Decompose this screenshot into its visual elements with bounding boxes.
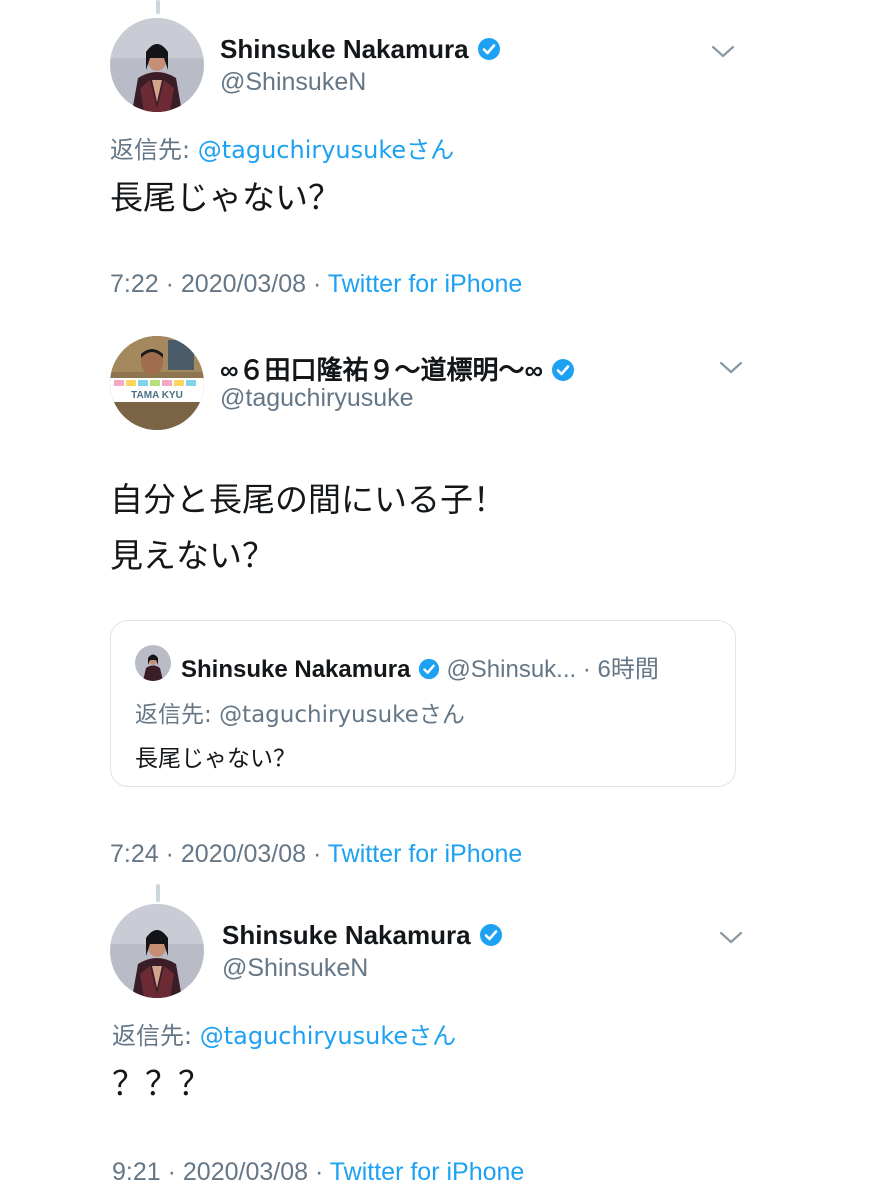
quoted-tweet-card[interactable]: Shinsuke Nakamura @Shinsuk... · 6時間 返信先: … bbox=[110, 620, 736, 787]
display-name-text: Shinsuke Nakamura bbox=[222, 920, 471, 950]
chevron-down-icon[interactable] bbox=[718, 360, 744, 376]
display-name[interactable]: Shinsuke Nakamura bbox=[220, 34, 501, 65]
tweet-text: ？？？ bbox=[112, 1064, 211, 1103]
verified-badge-icon bbox=[479, 924, 502, 946]
verified-badge-icon bbox=[419, 658, 440, 680]
reply-to: 返信先: @taguchiryusukeさん bbox=[112, 1016, 456, 1051]
display-name[interactable]: ∞６田口隆祐９〜道標明〜∞ bbox=[220, 350, 575, 387]
chevron-down-icon[interactable] bbox=[710, 44, 736, 60]
reply-to-prefix: 返信先: bbox=[135, 702, 220, 728]
tweet-text: 見えない？ bbox=[110, 536, 275, 575]
avatar-image bbox=[110, 904, 204, 998]
avatar-image bbox=[135, 645, 171, 681]
quoted-text: 長尾じゃない？ bbox=[135, 746, 296, 772]
user-handle[interactable]: @taguchiryusuke bbox=[220, 384, 414, 413]
display-name[interactable]: Shinsuke Nakamura bbox=[222, 920, 503, 951]
tweet-meta: 7:24 · 2020/03/08 · Twitter for iPhone bbox=[110, 840, 522, 869]
reply-to-mention-link[interactable]: @taguchiryusukeさん bbox=[200, 1022, 456, 1050]
reply-to-prefix: 返信先: bbox=[110, 136, 198, 164]
verified-badge-icon bbox=[552, 359, 575, 381]
quoted-handle-time: @Shinsuk... · 6時間 bbox=[446, 656, 659, 683]
tweet-meta: 9:21 · 2020/03/08 · Twitter for iPhone bbox=[112, 1158, 524, 1187]
avatar[interactable]: TAMA KYU bbox=[110, 336, 204, 430]
separator: · bbox=[158, 270, 181, 298]
reply-to-mention-link[interactable]: @taguchiryusukeさん bbox=[198, 136, 454, 164]
avatar-image bbox=[110, 18, 204, 112]
quoted-reply-to: 返信先: @taguchiryusukeさん bbox=[135, 695, 465, 729]
thread-line bbox=[156, 884, 160, 902]
tweet-time[interactable]: 7:22 bbox=[110, 270, 159, 298]
separator: · bbox=[158, 840, 181, 868]
separator: · bbox=[308, 1158, 330, 1186]
display-name-text: Shinsuke Nakamura bbox=[220, 34, 469, 64]
thread-line bbox=[156, 0, 160, 14]
tweet-source-link[interactable]: Twitter for iPhone bbox=[330, 1158, 525, 1186]
user-handle[interactable]: @ShinsukeN bbox=[220, 68, 366, 97]
separator: · bbox=[306, 840, 328, 868]
tweet-text: 自分と長尾の間にいる子！ bbox=[110, 480, 506, 519]
tweet-source-link[interactable]: Twitter for iPhone bbox=[328, 840, 523, 868]
reply-to: 返信先: @taguchiryusukeさん bbox=[110, 130, 454, 165]
separator: · bbox=[160, 1158, 183, 1186]
tweet-date[interactable]: 2020/03/08 bbox=[181, 270, 306, 298]
user-handle[interactable]: @ShinsukeN bbox=[222, 954, 368, 983]
avatar[interactable] bbox=[110, 18, 204, 112]
quoted-avatar bbox=[135, 645, 171, 681]
tweet-meta: 7:22 · 2020/03/08 · Twitter for iPhone bbox=[110, 270, 522, 299]
quoted-display-name: Shinsuke Nakamura bbox=[181, 656, 411, 683]
verified-badge-icon bbox=[477, 38, 500, 60]
tweet-date[interactable]: 2020/03/08 bbox=[183, 1158, 308, 1186]
tweet-source-link[interactable]: Twitter for iPhone bbox=[328, 270, 523, 298]
reply-to-prefix: 返信先: bbox=[112, 1022, 200, 1050]
chevron-down-icon[interactable] bbox=[718, 930, 744, 946]
avatar[interactable] bbox=[110, 904, 204, 998]
tweet-time[interactable]: 9:21 bbox=[112, 1158, 161, 1186]
quoted-header: Shinsuke Nakamura @Shinsuk... · 6時間 bbox=[181, 649, 659, 684]
avatar-banner-text: TAMA KYU bbox=[131, 390, 183, 401]
avatar-image: TAMA KYU bbox=[110, 336, 204, 430]
tweet-text: 長尾じゃない？ bbox=[110, 178, 341, 217]
reply-to-mention: @taguchiryusukeさん bbox=[219, 702, 465, 728]
display-name-text: ∞６田口隆祐９〜道標明〜∞ bbox=[220, 355, 544, 385]
separator: · bbox=[306, 270, 328, 298]
tweet-date[interactable]: 2020/03/08 bbox=[181, 840, 306, 868]
tweet-time[interactable]: 7:24 bbox=[110, 840, 159, 868]
